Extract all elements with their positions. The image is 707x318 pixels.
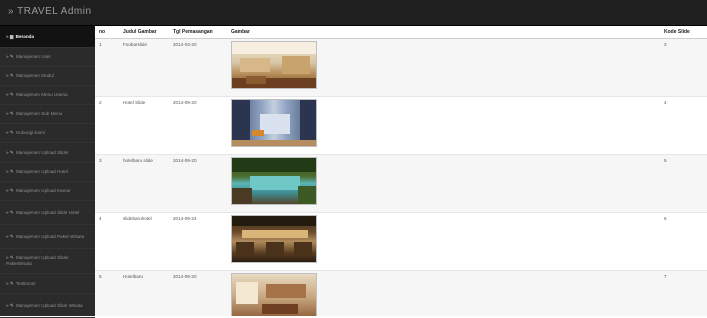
sidebar: » ▆ Beranda» ✎ Manajemen User» ✎ Manajem… xyxy=(0,26,95,318)
cell-judul-gambar: Foobarslide xyxy=(119,38,169,97)
cell-gambar xyxy=(227,154,660,213)
cell-no: 3 xyxy=(95,154,119,213)
sidebar-item-label: Manajemen Upload Slide Wisata xyxy=(15,302,83,308)
sidebar-item-label: Manajemen Upload Hotel xyxy=(15,169,68,174)
cell-kode-slide: 6 xyxy=(660,212,707,271)
wrench-icon: » ✎ xyxy=(6,188,15,193)
sidebar-item-manajemen-sub-menu[interactable]: » ✎ Manajemen Sub Menu xyxy=(0,105,95,124)
wrench-icon: » ✎ xyxy=(6,302,15,308)
cell-tgl-pemasangan: 2014-09-20 xyxy=(169,96,227,155)
sidebar-item-label: Beranda xyxy=(15,33,35,39)
column-header-no[interactable]: no xyxy=(95,26,119,39)
main-content: no Judul Gambar Tgl Pemasangan Gambar Ko… xyxy=(95,26,707,316)
cell-judul-gambar: hotelbaru slide xyxy=(119,154,169,213)
restaurant-photo xyxy=(231,214,317,263)
sidebar-item-manajemen-upload-hotel[interactable]: » ✎ Manajemen Upload Hotel xyxy=(0,163,95,182)
cell-kode-slide: 7 xyxy=(660,270,707,316)
cell-kode-slide: 4 xyxy=(660,96,707,155)
table-row: 3 hotelbaru slide 2014-09-20 5 xyxy=(95,154,707,213)
sidebar-item-hubungi-kami[interactable]: » ✎ Hubungi Kami xyxy=(0,124,95,143)
cell-tgl-pemasangan: 2014-09-20 xyxy=(169,154,227,213)
sidebar-item-manajemen-upload-paket-wisata[interactable]: » ✎ Manajemen Upload Paket Wisata xyxy=(0,225,95,249)
cell-no: 2 xyxy=(95,96,119,155)
wrench-icon: » ✎ xyxy=(6,209,15,215)
sidebar-item-label: Manajemen User xyxy=(15,54,51,59)
brand-title[interactable]: » TRAVEL Admin xyxy=(8,6,92,17)
table-row: 2 Hotel Slide 2014-09-20 4 xyxy=(95,96,707,155)
table-row: 4 slidebaruhotel 2014-09-24 6 xyxy=(95,212,707,271)
sidebar-item-label: Manajemen Upload Kamar xyxy=(15,188,71,193)
sidebar-item-manajemen-upload-slider-paketwisata[interactable]: » ✎ Manajemen Upload Slider PaketWisata xyxy=(0,249,95,274)
sidebar-item-label: Manajemen Upload Paket Wisata xyxy=(15,233,85,239)
sidebar-item-manajemen-modul[interactable]: » ✎ Manajemen Modul xyxy=(0,67,95,86)
sidebar-item-label: Testimoni xyxy=(15,280,36,286)
wrench-icon: » ✎ xyxy=(6,169,15,174)
pool-photo xyxy=(231,156,317,205)
table-row: 1 Foobarslide 2014-03-20 3 xyxy=(95,38,707,97)
cell-gambar xyxy=(227,270,660,316)
sidebar-item-label: Manajemen Modul xyxy=(15,73,54,78)
column-header-gambar[interactable]: Gambar xyxy=(227,26,660,39)
column-header-kode-slide[interactable]: Kode Slide xyxy=(660,26,707,39)
wrench-icon: » ✎ xyxy=(6,73,15,78)
cell-judul-gambar: Hotelbaru xyxy=(119,270,169,316)
top-navbar: » TRAVEL Admin xyxy=(0,0,707,26)
cell-tgl-pemasangan: 2014-09-20 xyxy=(169,270,227,316)
wrench-icon: » ✎ xyxy=(6,54,15,59)
cell-judul-gambar: Hotel Slide xyxy=(119,96,169,155)
column-header-tgl-pemasangan[interactable]: Tgl Pemasangan xyxy=(169,26,227,39)
cell-no: 5 xyxy=(95,270,119,316)
corridor-photo xyxy=(231,98,317,147)
cell-tgl-pemasangan: 2014-09-24 xyxy=(169,212,227,271)
sidebar-item-manajemen-upload-slide-hotel[interactable]: » ✎ Manajemen Upload Slide Hotel xyxy=(0,201,95,225)
sidebar-item-manajemen-upload-kamar[interactable]: » ✎ Manajemen Upload Kamar xyxy=(0,182,95,201)
sidebar-item-manajemen-upload-slider[interactable]: » ✎ Manajemen Upload Slider xyxy=(0,143,95,163)
wrench-icon: » ✎ xyxy=(6,111,15,116)
column-header-judul-gambar[interactable]: Judul Gambar xyxy=(119,26,169,39)
sidebar-item-manajemen-menu-utama[interactable]: » ✎ Manajemen Menu Utama xyxy=(0,86,95,105)
wrench-icon: » ✎ xyxy=(6,130,15,135)
table-header-row: no Judul Gambar Tgl Pemasangan Gambar Ko… xyxy=(95,26,707,39)
cell-gambar xyxy=(227,38,660,97)
home-icon: » ▆ xyxy=(6,33,15,39)
cell-kode-slide: 5 xyxy=(660,154,707,213)
wrench-icon: » ✎ xyxy=(6,255,15,260)
cell-kode-slide: 3 xyxy=(660,38,707,97)
cell-gambar xyxy=(227,96,660,155)
sidebar-item-label: Manajemen Upload Slide Hotel xyxy=(15,209,80,215)
sidebar-item-label: Manajemen Menu Utama xyxy=(15,92,68,97)
wrench-icon: » ✎ xyxy=(6,149,15,155)
wrench-icon: » ✎ xyxy=(6,280,15,286)
sidebar-item-manajemen-upload-slide-wisata[interactable]: » ✎ Manajemen Upload Slide Wisata xyxy=(0,294,95,318)
cell-judul-gambar: slidebaruhotel xyxy=(119,212,169,271)
sidebar-item-label: Manajemen Sub Menu xyxy=(15,111,63,116)
cell-no: 4 xyxy=(95,212,119,271)
sidebar-item-beranda[interactable]: » ▆ Beranda xyxy=(0,26,95,48)
lobby-photo xyxy=(231,40,317,89)
cell-gambar xyxy=(227,212,660,271)
table-row: 5 Hotelbaru 2014-09-20 7 xyxy=(95,270,707,316)
sidebar-item-manajemen-user[interactable]: » ✎ Manajemen User xyxy=(0,48,95,67)
room-photo xyxy=(231,272,317,316)
wrench-icon: » ✎ xyxy=(6,92,15,97)
cell-tgl-pemasangan: 2014-03-20 xyxy=(169,38,227,97)
sidebar-item-testimoni[interactable]: » ✎ Testimoni xyxy=(0,274,95,294)
sidebar-item-label: Manajemen Upload Slider xyxy=(15,149,69,155)
wrench-icon: » ✎ xyxy=(6,233,15,239)
sidebar-item-label: Hubungi Kami xyxy=(15,130,45,135)
sidebar-item-label: Manajemen Upload Slider PaketWisata xyxy=(6,255,69,266)
cell-no: 1 xyxy=(95,38,119,97)
slider-table: no Judul Gambar Tgl Pemasangan Gambar Ko… xyxy=(95,26,707,316)
